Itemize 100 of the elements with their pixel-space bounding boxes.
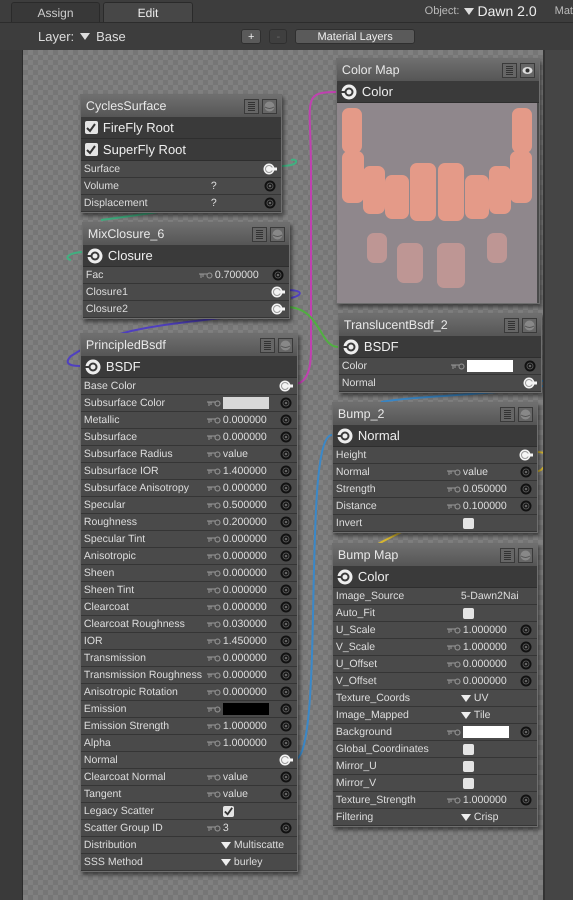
toolbar-button[interactable]: Material Layers xyxy=(295,29,416,44)
layer-dropdown[interactable]: Base xyxy=(96,29,126,44)
list-icon[interactable] xyxy=(244,98,259,114)
value-field[interactable]: 0.700000 xyxy=(214,269,259,281)
value-field[interactable]: 0.000000 xyxy=(222,533,267,545)
input-socket-icon[interactable] xyxy=(280,686,292,698)
value-field[interactable]: 1.000000 xyxy=(462,794,507,806)
value-field[interactable]: 0.000000 xyxy=(222,550,267,562)
key-icon[interactable] xyxy=(206,552,221,560)
connector-icon[interactable] xyxy=(279,754,294,766)
connector-icon[interactable] xyxy=(271,286,286,298)
output-socket-icon[interactable] xyxy=(340,84,357,100)
input-socket-icon[interactable] xyxy=(524,360,536,372)
dropdown-arrow-icon[interactable] xyxy=(464,8,474,14)
shader-node[interactable] xyxy=(80,333,298,872)
toolbar-button[interactable]: + xyxy=(241,29,262,44)
key-icon[interactable] xyxy=(446,796,461,804)
preview-icon[interactable] xyxy=(278,338,293,352)
input-socket-icon[interactable] xyxy=(264,197,276,209)
list-icon[interactable] xyxy=(500,406,515,422)
preview-icon[interactable] xyxy=(270,226,285,242)
value-field[interactable]: 0.050000 xyxy=(462,483,507,495)
key-icon[interactable] xyxy=(206,586,221,594)
color-swatch[interactable] xyxy=(222,397,269,409)
output-socket-icon[interactable] xyxy=(84,358,101,374)
preview-icon[interactable] xyxy=(262,98,277,114)
key-icon[interactable] xyxy=(446,626,461,634)
value-field[interactable]: 0.500000 xyxy=(222,499,267,511)
key-icon[interactable] xyxy=(198,272,213,278)
input-socket-icon[interactable] xyxy=(280,499,292,511)
key-icon[interactable] xyxy=(206,434,221,440)
preview-icon[interactable] xyxy=(518,548,533,562)
connector-icon[interactable] xyxy=(523,377,538,389)
output-socket-icon[interactable] xyxy=(336,568,353,584)
value-field[interactable]: 3 xyxy=(222,822,229,834)
value-field[interactable]: 0.000000 xyxy=(222,669,267,681)
connector-icon[interactable] xyxy=(271,303,286,315)
input-socket-icon[interactable] xyxy=(520,675,532,687)
object-dropdown[interactable]: Dawn 2.0 xyxy=(478,3,537,19)
preview-icon[interactable] xyxy=(518,406,533,422)
input-socket-icon[interactable] xyxy=(520,500,532,512)
input-socket-icon[interactable] xyxy=(280,703,292,715)
key-icon[interactable] xyxy=(206,450,221,458)
key-icon[interactable] xyxy=(206,654,221,662)
input-socket-icon[interactable] xyxy=(280,516,292,528)
input-socket-icon[interactable] xyxy=(280,737,292,749)
input-socket-icon[interactable] xyxy=(280,788,292,800)
value-field[interactable]: 1.000000 xyxy=(462,624,507,636)
value-field[interactable]: 0.100000 xyxy=(462,500,507,512)
key-icon[interactable] xyxy=(206,638,221,644)
list-icon[interactable] xyxy=(500,548,515,562)
input-socket-icon[interactable] xyxy=(520,641,532,653)
input-socket-icon[interactable] xyxy=(280,618,292,630)
key-icon[interactable] xyxy=(446,486,461,492)
value-field[interactable]: 5-Dawn2Nai xyxy=(460,590,519,602)
key-icon[interactable] xyxy=(206,620,221,628)
input-socket-icon[interactable] xyxy=(280,550,292,562)
list-icon[interactable] xyxy=(504,318,519,332)
value-field[interactable]: 0.000000 xyxy=(222,482,267,494)
input-socket-icon[interactable] xyxy=(520,483,532,495)
key-icon[interactable] xyxy=(206,502,221,508)
shader-node[interactable]: Color Map Color xyxy=(336,58,540,304)
input-socket-icon[interactable] xyxy=(280,465,292,477)
key-icon[interactable] xyxy=(206,518,221,526)
output-socket-icon[interactable] xyxy=(86,248,103,264)
key-icon[interactable] xyxy=(206,774,221,780)
dropdown-arrow-icon[interactable] xyxy=(460,814,471,820)
input-socket-icon[interactable] xyxy=(520,624,532,636)
list-icon[interactable] xyxy=(252,226,267,242)
key-icon[interactable] xyxy=(206,570,221,576)
value-field[interactable]: 1.000000 xyxy=(222,737,267,749)
checkbox[interactable] xyxy=(222,806,234,816)
key-icon[interactable] xyxy=(206,416,221,424)
dropdown-value[interactable]: Crisp xyxy=(474,811,498,823)
key-icon[interactable] xyxy=(446,502,461,510)
checkbox[interactable] xyxy=(462,608,474,618)
checkbox[interactable] xyxy=(462,518,474,528)
dropdown-value[interactable]: Multiscatte xyxy=(234,839,284,851)
input-socket-icon[interactable] xyxy=(280,771,292,783)
key-icon[interactable] xyxy=(206,468,221,474)
input-socket-icon[interactable] xyxy=(280,414,292,426)
preview-icon[interactable] xyxy=(522,318,537,332)
shader-node[interactable]: CyclesSurface FireFly Root SuperFly Root Surface Volume ? Displacement ? xyxy=(80,94,282,213)
value-field[interactable]: 1.000000 xyxy=(222,720,267,732)
color-swatch[interactable] xyxy=(466,360,513,372)
key-icon[interactable] xyxy=(206,400,221,406)
value-field[interactable]: value xyxy=(462,466,488,478)
key-icon[interactable] xyxy=(206,824,221,832)
input-socket-icon[interactable] xyxy=(520,466,532,478)
output-socket-icon[interactable] xyxy=(336,428,353,444)
value-field[interactable]: 0.030000 xyxy=(222,618,267,630)
key-icon[interactable] xyxy=(206,536,221,542)
key-icon[interactable] xyxy=(446,468,461,476)
connector-icon[interactable] xyxy=(519,449,534,461)
input-socket-icon[interactable] xyxy=(272,269,284,281)
value-field[interactable]: 1.000000 xyxy=(462,641,507,653)
key-icon[interactable] xyxy=(206,722,221,730)
key-icon[interactable] xyxy=(206,740,221,746)
input-socket-icon[interactable] xyxy=(280,720,292,732)
key-icon[interactable] xyxy=(206,688,221,696)
